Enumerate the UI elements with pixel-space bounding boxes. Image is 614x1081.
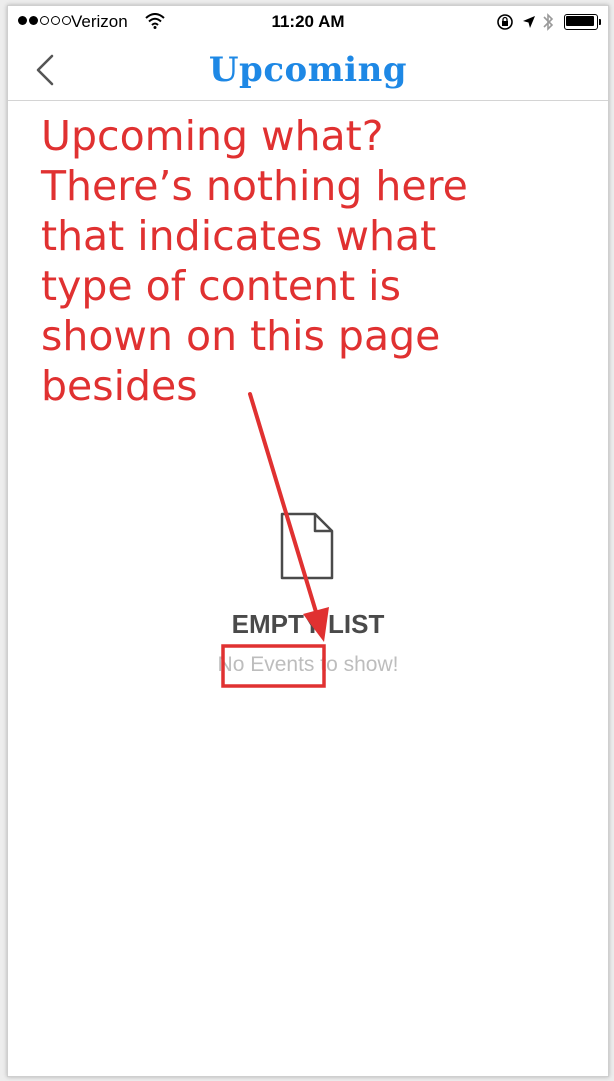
annotation-arrow [221,392,329,688]
annotation-highlight-box [221,644,326,688]
